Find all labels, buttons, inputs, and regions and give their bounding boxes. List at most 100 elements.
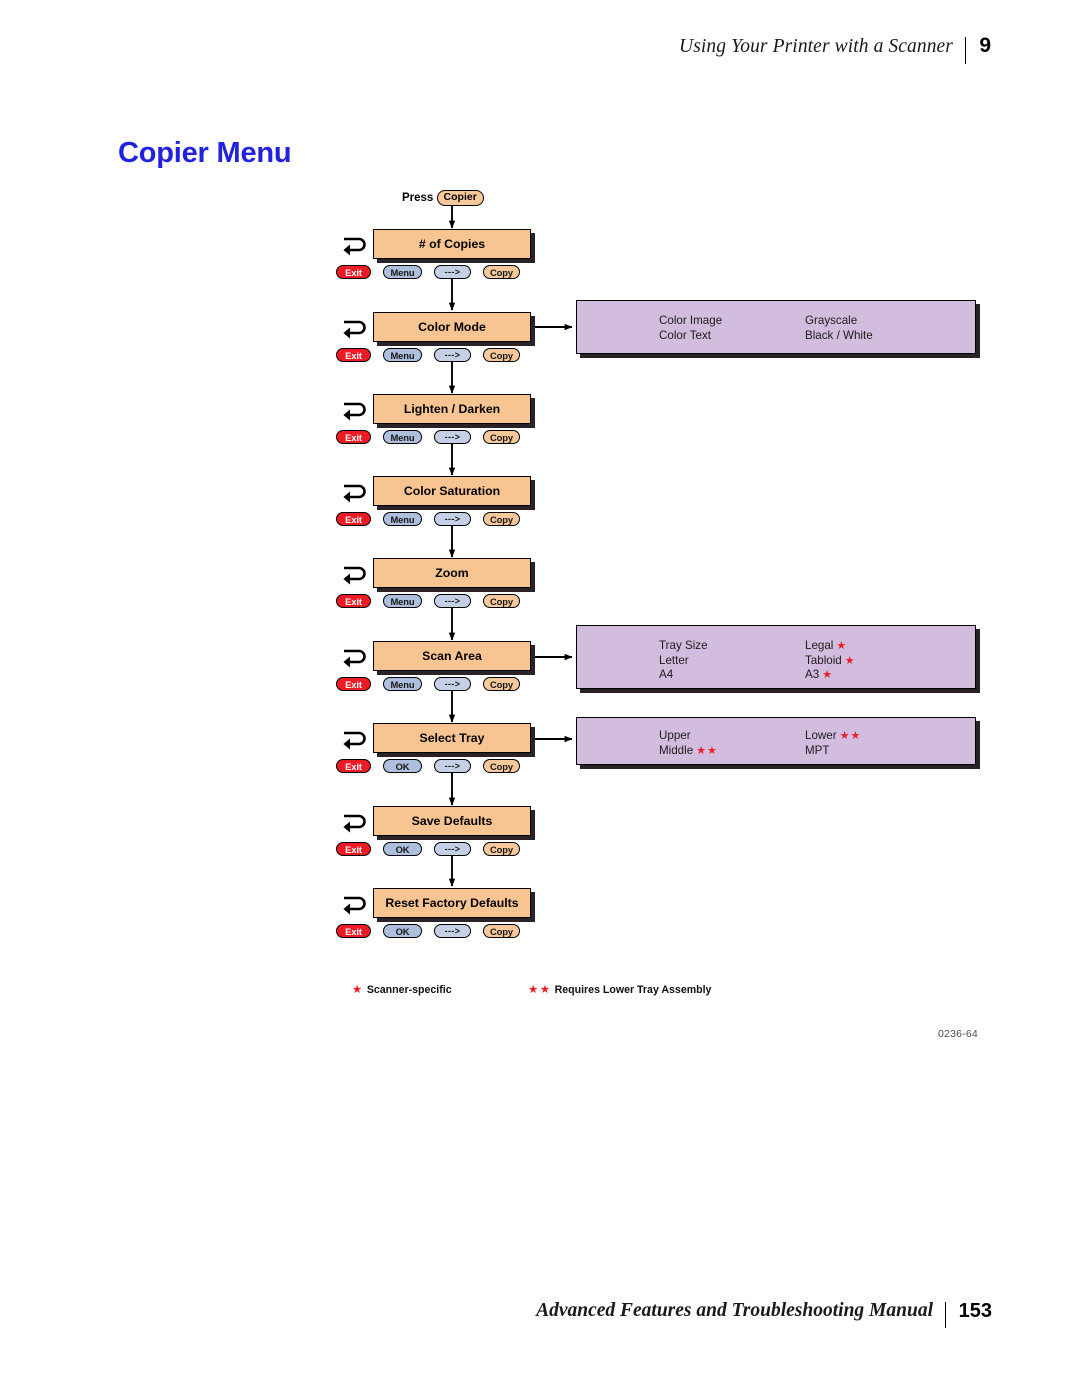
copy-button-row-7[interactable]: Copy — [483, 759, 520, 773]
copy-button-row-9[interactable]: Copy — [483, 924, 520, 938]
option-stars — [873, 330, 876, 342]
loop-back-icon — [343, 402, 366, 421]
copy-button-row-3[interactable]: Copy — [483, 430, 520, 444]
copy-button-row-1[interactable]: Copy — [483, 265, 520, 279]
option-stars — [689, 655, 692, 667]
exit-button-row-3[interactable]: Exit — [336, 430, 371, 444]
option-value: Legal — [805, 639, 834, 652]
copy-button-row-8[interactable]: Copy — [483, 842, 520, 856]
ok-button-row-7[interactable]: OK — [383, 759, 422, 773]
options-panel-color-mode: Color Image Color Text Grayscale Black /… — [576, 300, 976, 354]
menu-box-label: Zoom — [435, 566, 469, 580]
menu-button-row-6[interactable]: Menu — [383, 677, 422, 691]
options-panel-select-tray: Upper Middle ★★ Lower ★★ MPT — [576, 717, 976, 765]
copy-button-row-2[interactable]: Copy — [483, 348, 520, 362]
option-value: Color Text — [659, 328, 711, 342]
option-value: Black / White — [805, 328, 873, 342]
exit-button-row-1[interactable]: Exit — [336, 265, 371, 279]
menu-box-reset-factory-defaults[interactable]: Reset Factory Defaults — [373, 888, 531, 918]
legend-label: Requires Lower Tray Assembly — [554, 984, 712, 996]
menu-box-label: Color Saturation — [403, 484, 501, 498]
menu-box-number-of-copies[interactable]: # of Copies — [373, 229, 531, 259]
option-value: Grayscale — [805, 314, 858, 327]
next-arrow-button-row-2[interactable]: ---> — [434, 348, 471, 362]
option-value: Middle — [659, 743, 694, 757]
option-stars — [691, 730, 694, 742]
next-arrow-button-row-8[interactable]: ---> — [434, 842, 471, 856]
next-arrow-button-row-1[interactable]: ---> — [434, 265, 471, 279]
option-stars — [673, 669, 676, 681]
menu-box-label: Scan Area — [422, 649, 482, 663]
menu-box-label: Reset Factory Defaults — [385, 896, 519, 910]
menu-box-color-mode[interactable]: Color Mode — [373, 312, 531, 342]
options-column-right: Lower ★★ MPT — [805, 729, 861, 758]
next-arrow-button-row-7[interactable]: ---> — [434, 759, 471, 773]
page-footer: Advanced Features and Troubleshooting Ma… — [0, 1300, 1005, 1334]
menu-box-label: # of Copies — [418, 237, 486, 251]
loop-back-icon — [343, 896, 366, 915]
copy-button-row-5[interactable]: Copy — [483, 594, 520, 608]
menu-button-row-4[interactable]: Menu — [383, 512, 422, 526]
option-value: MPT — [805, 743, 830, 757]
options-column-right: Grayscale Black / White — [805, 314, 876, 343]
legend-scanner-specific: ★ Scanner-specific — [352, 982, 452, 996]
next-arrow-button-row-5[interactable]: ---> — [434, 594, 471, 608]
menu-button-row-2[interactable]: Menu — [383, 348, 422, 362]
legend-label: Scanner-specific — [366, 984, 452, 996]
next-arrow-button-row-9[interactable]: ---> — [434, 924, 471, 938]
ok-button-row-9[interactable]: OK — [383, 924, 422, 938]
options-column-right: Legal ★ Tabloid ★ A3 ★ — [805, 639, 856, 683]
option-value: Upper — [659, 729, 691, 742]
footer-title: Advanced Features and Troubleshooting Ma… — [536, 1300, 933, 1321]
press-label-text: Press — [402, 192, 434, 204]
menu-box-color-saturation[interactable]: Color Saturation — [373, 476, 531, 506]
ok-button-row-8[interactable]: OK — [383, 842, 422, 856]
menu-box-save-defaults[interactable]: Save Defaults — [373, 806, 531, 836]
copier-button-glyph: Copier — [436, 190, 484, 206]
option-stars — [711, 330, 714, 342]
option-stars: ★ — [844, 654, 856, 667]
option-value: A3 — [805, 668, 820, 682]
menu-button-row-1[interactable]: Menu — [383, 265, 422, 279]
next-arrow-button-row-6[interactable]: ---> — [434, 677, 471, 691]
loop-back-icon — [343, 649, 366, 668]
option-value: Tabloid — [805, 653, 842, 667]
loop-back-icon — [343, 484, 366, 503]
next-arrow-button-row-3[interactable]: ---> — [434, 430, 471, 444]
exit-button-row-2[interactable]: Exit — [336, 348, 371, 362]
menu-box-lighten-darken[interactable]: Lighten / Darken — [373, 394, 531, 424]
legend-star-icon: ★★ — [528, 984, 552, 996]
exit-button-row-7[interactable]: Exit — [336, 759, 371, 773]
menu-box-zoom[interactable]: Zoom — [373, 558, 531, 588]
legend-lower-tray: ★★ Requires Lower Tray Assembly — [528, 982, 711, 996]
option-stars — [722, 315, 725, 327]
diagram-connectors — [448, 206, 573, 887]
exit-button-row-6[interactable]: Exit — [336, 677, 371, 691]
loop-back-icon — [343, 731, 366, 750]
menu-button-row-3[interactable]: Menu — [383, 430, 422, 444]
press-copier-label: Press Copier — [402, 190, 484, 206]
exit-button-row-5[interactable]: Exit — [336, 594, 371, 608]
options-column-left: Color Image Color Text — [659, 314, 725, 343]
menu-box-select-tray[interactable]: Select Tray — [373, 723, 531, 753]
menu-button-row-5[interactable]: Menu — [383, 594, 422, 608]
options-panel-scan-area: Tray Size Letter A4 Legal ★ Tabloid ★ A3 ★ — [576, 625, 976, 689]
loop-back-icon — [343, 814, 366, 833]
copy-button-row-6[interactable]: Copy — [483, 677, 520, 691]
menu-box-label: Lighten / Darken — [403, 402, 501, 416]
copy-button-row-4[interactable]: Copy — [483, 512, 520, 526]
option-stars: ★★ — [696, 744, 718, 757]
option-stars: ★ — [836, 640, 848, 652]
next-arrow-button-row-4[interactable]: ---> — [434, 512, 471, 526]
exit-button-row-8[interactable]: Exit — [336, 842, 371, 856]
option-value: Tray Size — [659, 639, 708, 652]
exit-button-row-4[interactable]: Exit — [336, 512, 371, 526]
copier-menu-flow-diagram: Press Copier # of Copies Exit Menu ---> … — [0, 0, 1080, 1397]
option-value: Color Image — [659, 314, 723, 327]
exit-button-row-9[interactable]: Exit — [336, 924, 371, 938]
options-column-left: Tray Size Letter A4 — [659, 639, 711, 683]
option-stars — [708, 640, 711, 652]
option-value: A4 — [659, 668, 674, 682]
menu-box-label: Color Mode — [418, 320, 486, 334]
menu-box-scan-area[interactable]: Scan Area — [373, 641, 531, 671]
